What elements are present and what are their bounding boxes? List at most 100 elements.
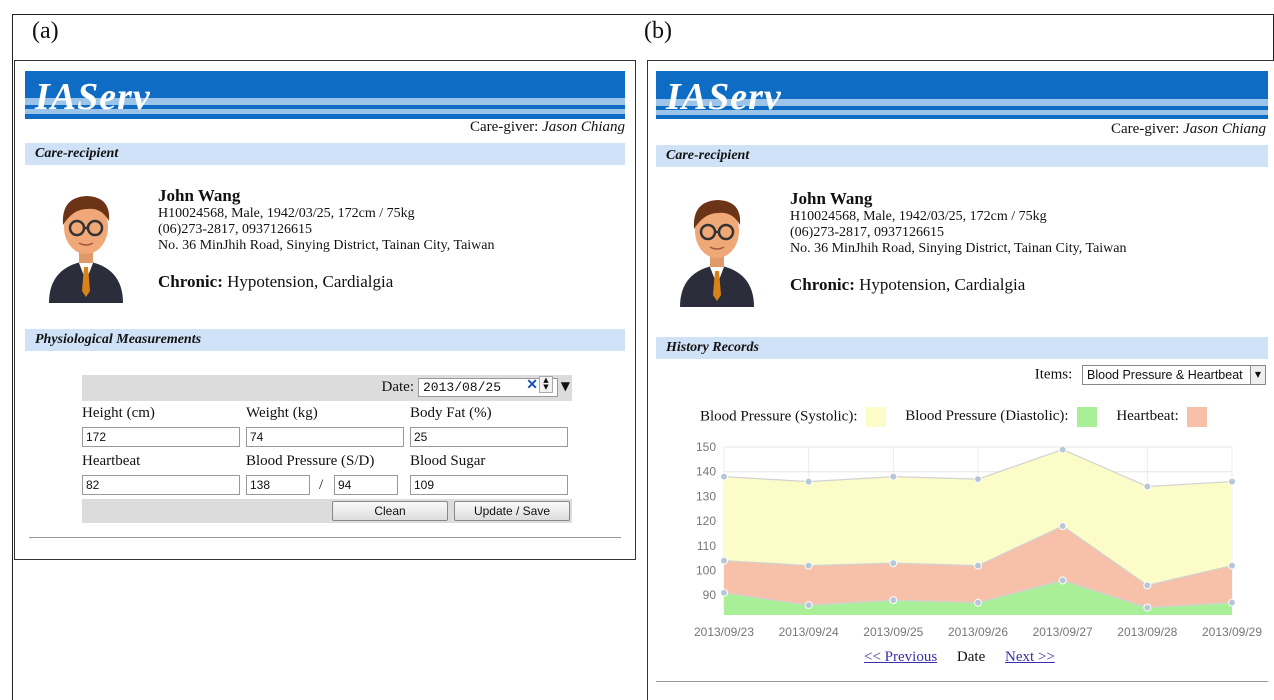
legend-diastolic-swatch xyxy=(1076,407,1097,427)
previous-link[interactable]: << Previous xyxy=(864,649,937,665)
date-spinner-icon[interactable]: ▲ ▼ xyxy=(539,376,553,393)
form-row: Height (cm) 172 Weight (kg) 74 Body Fat … xyxy=(82,403,572,451)
chronic-label: Chronic: xyxy=(790,275,855,294)
bp-separator: / xyxy=(319,477,324,493)
app-logo[interactable]: IAServ xyxy=(666,75,782,119)
bodyfat-field[interactable]: 25 xyxy=(410,427,568,447)
caregiver-info: Care-giver: Jason Chiang xyxy=(1111,121,1266,138)
systolic-field[interactable]: 138 xyxy=(246,475,310,495)
section-history-records: History Records xyxy=(656,337,1268,359)
items-select-value: Blood Pressure & Heartbeat xyxy=(1087,368,1243,382)
caregiver-info: Care-giver: Jason Chiang xyxy=(470,119,625,136)
legend-diastolic-label: Blood Pressure (Diastolic): xyxy=(905,408,1069,425)
bp-label: Blood Pressure (S/D) xyxy=(246,453,375,469)
weight-field[interactable]: 74 xyxy=(246,427,404,447)
x-tick-label: 2013/09/29 xyxy=(1202,625,1262,639)
recipient-id-line: H10024568, Male, 1942/03/25, 172cm / 75k… xyxy=(158,206,415,221)
recipient-info: John Wang H10024568, Male, 1942/03/25, 1… xyxy=(158,186,495,291)
clear-date-icon[interactable]: ✕ xyxy=(526,376,538,393)
app-banner: IAServ xyxy=(25,71,625,119)
data-point xyxy=(804,601,813,610)
x-tick-label: 2013/09/24 xyxy=(779,625,839,639)
data-point xyxy=(889,559,898,568)
recipient-chronic: Chronic: Hypotension, Cardialgia xyxy=(790,275,1127,294)
sugar-field[interactable]: 109 xyxy=(410,475,568,495)
caregiver-label: Care-giver: xyxy=(470,119,539,135)
data-point xyxy=(720,588,728,597)
sugar-label: Blood Sugar xyxy=(410,453,486,469)
data-point xyxy=(889,472,898,481)
recipient-name: John Wang xyxy=(158,186,241,205)
chart-legend: Blood Pressure (Systolic): Blood Pressur… xyxy=(700,407,1207,427)
clean-button[interactable]: Clean xyxy=(332,501,448,521)
chronic-label: Chronic: xyxy=(158,272,223,291)
y-tick-label: 110 xyxy=(697,539,716,553)
y-tick-label: 90 xyxy=(703,588,717,602)
heartbeat-field[interactable]: 82 xyxy=(82,475,240,495)
diastolic-field[interactable]: 94 xyxy=(334,475,398,495)
app-banner: IAServ xyxy=(656,71,1268,119)
date-bar: Date: 2013/08/25 ✕ ▲ ▼ ▼ xyxy=(82,375,572,401)
date-label: Date: xyxy=(381,379,414,395)
bodyfat-cell: Body Fat (%) 25 xyxy=(410,403,568,447)
data-point xyxy=(1143,581,1152,590)
chronic-value: Hypotension, Cardialgia xyxy=(227,272,394,291)
caregiver-name: Jason Chiang xyxy=(1183,121,1266,137)
y-tick-label: 150 xyxy=(696,440,716,454)
x-tick-label: 2013/09/23 xyxy=(694,625,754,639)
button-bar: Clean Update / Save xyxy=(82,499,572,523)
x-tick-label: 2013/09/27 xyxy=(1033,625,1093,639)
data-point xyxy=(720,556,728,565)
y-tick-label: 120 xyxy=(696,514,716,528)
date-nav-label: Date xyxy=(956,649,986,665)
data-point xyxy=(1228,598,1236,607)
height-cell: Height (cm) 172 xyxy=(82,403,240,447)
recipient-chronic: Chronic: Hypotension, Cardialgia xyxy=(158,272,495,291)
data-point xyxy=(804,477,813,486)
data-point xyxy=(974,598,982,607)
height-field[interactable]: 172 xyxy=(82,427,240,447)
panel-b: IAServ Care-giver: Jason Chiang Care-rec… xyxy=(647,60,1274,700)
next-link[interactable]: Next >> xyxy=(1005,649,1055,665)
data-point xyxy=(889,596,898,605)
recipient-phone-line: (06)273-2817, 0937126615 xyxy=(790,225,944,240)
heartbeat-cell: Heartbeat 82 xyxy=(82,451,240,495)
data-point xyxy=(1058,576,1067,585)
legend-heartbeat-label: Heartbeat: xyxy=(1116,408,1179,425)
data-point xyxy=(974,475,982,484)
chronic-value: Hypotension, Cardialgia xyxy=(859,275,1026,294)
x-tick-label: 2013/09/26 xyxy=(948,625,1008,639)
y-tick-label: 140 xyxy=(696,465,716,479)
recipient-id-line: H10024568, Male, 1942/03/25, 172cm / 75k… xyxy=(790,209,1047,224)
y-tick-label: 100 xyxy=(696,564,716,578)
weight-label: Weight (kg) xyxy=(246,405,318,421)
date-dropdown-icon[interactable]: ▼ xyxy=(561,379,570,393)
heartbeat-label: Heartbeat xyxy=(82,453,141,469)
data-point xyxy=(804,561,813,570)
data-point xyxy=(1228,477,1236,486)
measurement-form: Date: 2013/08/25 ✕ ▲ ▼ ▼ Height (cm) 172 … xyxy=(82,375,572,523)
legend-heartbeat-swatch xyxy=(1186,407,1207,427)
pagination: << Previous Date Next >> xyxy=(864,649,1055,666)
panel-a: IAServ Care-giver: Jason Chiang Care-rec… xyxy=(14,60,636,560)
data-point xyxy=(1058,445,1067,454)
items-select[interactable]: Blood Pressure & Heartbeat ▼ xyxy=(1082,365,1266,385)
avatar xyxy=(672,189,762,309)
recipient-info: John Wang H10024568, Male, 1942/03/25, 1… xyxy=(790,189,1127,294)
x-tick-label: 2013/09/25 xyxy=(863,625,923,639)
bodyfat-label: Body Fat (%) xyxy=(410,405,492,421)
x-tick-label: 2013/09/28 xyxy=(1117,625,1177,639)
section-physiological: Physiological Measurements xyxy=(25,329,625,351)
recipient-phone-line: (06)273-2817, 0937126615 xyxy=(158,222,312,237)
select-arrow-icon[interactable]: ▼ xyxy=(1250,366,1265,384)
update-save-button[interactable]: Update / Save xyxy=(454,501,570,521)
data-point xyxy=(720,472,728,481)
recipient-name: John Wang xyxy=(790,189,873,208)
data-point xyxy=(974,561,982,570)
items-label: Items: xyxy=(1034,366,1073,383)
weight-cell: Weight (kg) 74 xyxy=(246,403,404,447)
divider xyxy=(656,681,1268,682)
recipient-address-line: No. 36 MinJhih Road, Sinying District, T… xyxy=(158,238,495,253)
panel-label-a: (a) xyxy=(32,18,59,44)
app-logo[interactable]: IAServ xyxy=(35,75,151,119)
